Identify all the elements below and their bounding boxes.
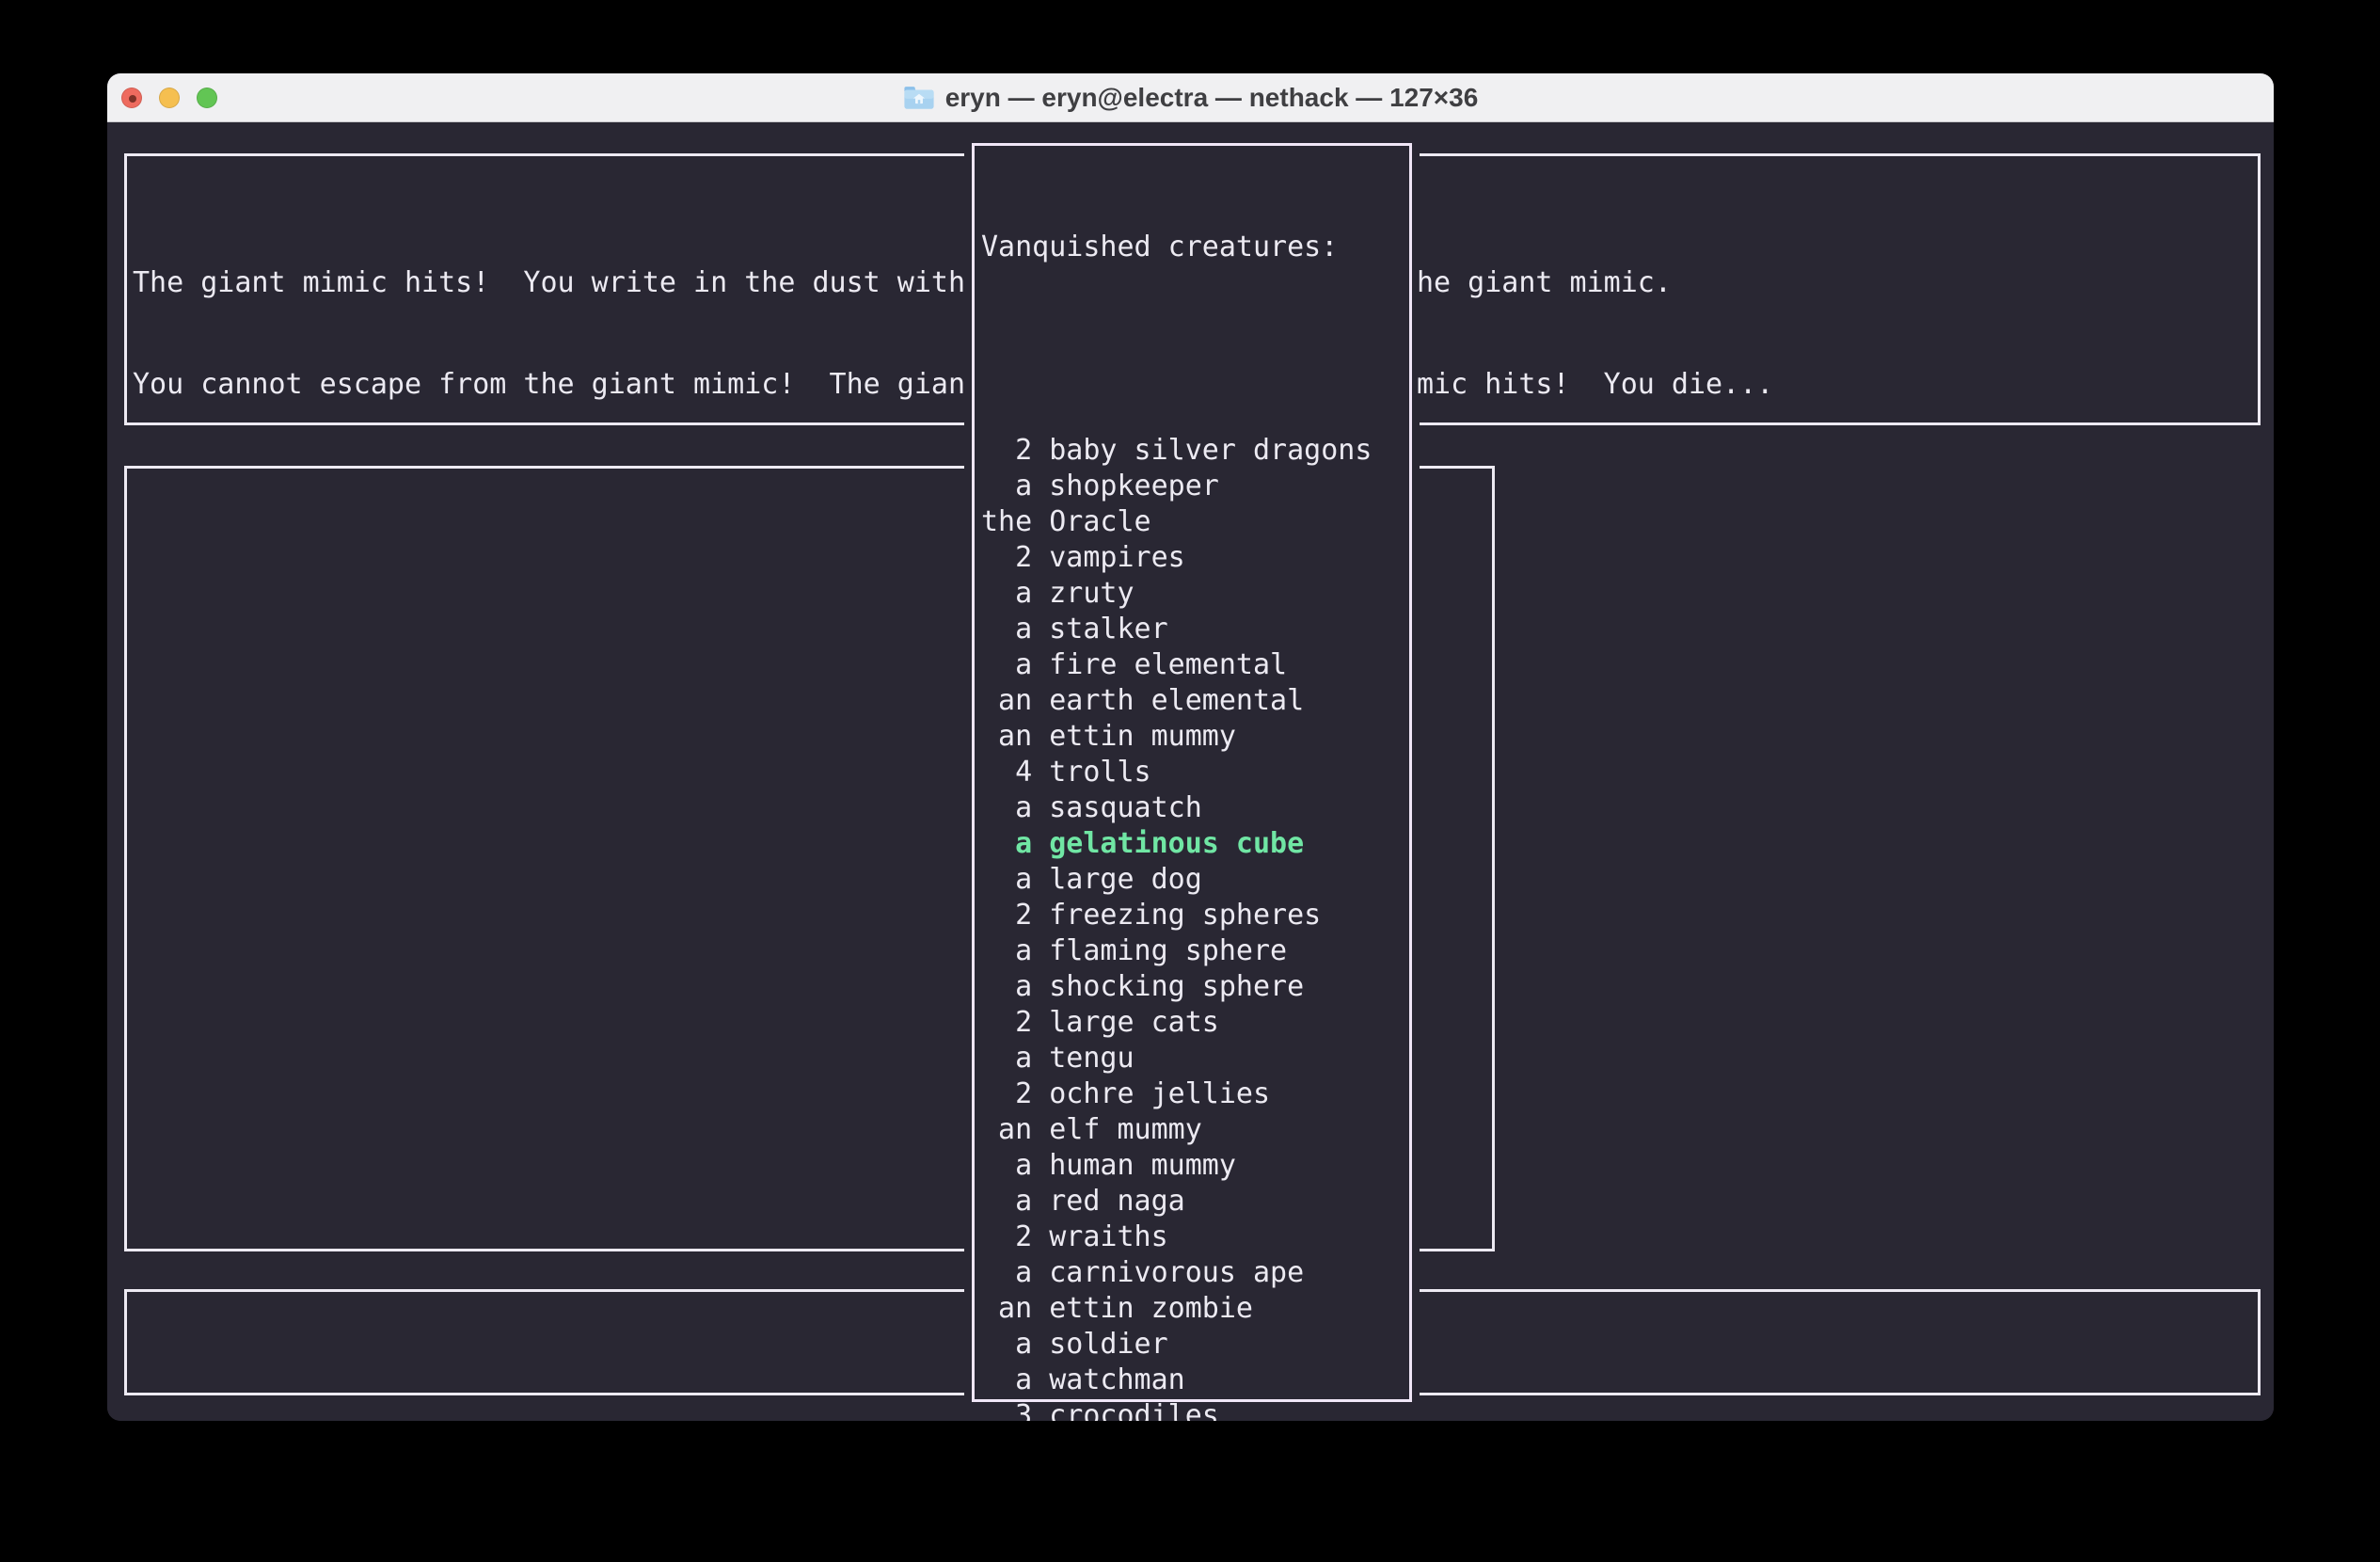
vanquished-item: 2 baby silver dragons [981,433,1409,469]
vanquished-item: an earth elemental [981,683,1409,719]
zoom-button[interactable] [197,88,217,108]
message-line: mic hits! You die... [1417,367,1773,403]
vanquished-title: Vanquished creatures: [981,230,1409,265]
vanquished-list: 2 baby silver dragons a shopkeeperthe Or… [981,433,1409,1421]
vanquished-item: 3 crocodiles [981,1398,1409,1421]
vanquished-item: a human mummy [981,1148,1409,1184]
vanquished-item: 2 vampires [981,540,1409,576]
vanquished-item: an ettin mummy [981,719,1409,755]
window-title: eryn — eryn@electra — nethack — 127×36 [945,83,1479,113]
titlebar[interactable]: eryn — eryn@electra — nethack — 127×36 [107,73,2274,122]
unsaved-dot-icon [129,95,136,103]
close-button[interactable] [121,88,142,108]
message-line: You cannot escape from the giant mimic! … [133,367,965,403]
vanquished-item: a red naga [981,1184,1409,1219]
message-text-right: he giant mimic. mic hits! You die... [1417,199,1773,469]
terminal-window: eryn — eryn@electra — nethack — 127×36 T… [107,73,2274,1421]
vanquished-creatures-text: Vanquished creatures: 2 baby silver drag… [981,164,1409,1421]
traffic-lights [121,73,217,122]
vanquished-item: a zruty [981,576,1409,612]
vanquished-item: a watchman [981,1363,1409,1398]
vanquished-item: a shopkeeper [981,469,1409,504]
vanquished-item: a gelatinous cube [981,826,1409,862]
vanquished-item: 2 large cats [981,1005,1409,1041]
vanquished-item: a sasquatch [981,790,1409,826]
vanquished-item: a soldier [981,1327,1409,1363]
window-title-group: eryn — eryn@electra — nethack — 127×36 [107,83,2274,113]
message-line: he giant mimic. [1417,265,1773,301]
vanquished-item: a large dog [981,862,1409,898]
message-text-left: The giant mimic hits! You write in the d… [133,199,965,469]
screen: eryn — eryn@electra — nethack — 127×36 T… [0,0,2380,1562]
terminal-content[interactable]: The giant mimic hits! You write in the d… [107,122,2274,1421]
vanquished-item: a fire elemental [981,647,1409,683]
vanquished-item: 2 ochre jellies [981,1076,1409,1112]
vanquished-item: a tengu [981,1041,1409,1076]
vanquished-creatures-menu[interactable]: Vanquished creatures: 2 baby silver drag… [972,143,1412,1402]
vanquished-item: a shocking sphere [981,969,1409,1005]
vanquished-item: a carnivorous ape [981,1255,1409,1291]
vanquished-item: a stalker [981,612,1409,647]
minimize-button[interactable] [159,88,180,108]
vanquished-item: an ettin zombie [981,1291,1409,1327]
vanquished-item: 4 trolls [981,755,1409,790]
blank-line [981,331,1409,367]
vanquished-item: 2 wraiths [981,1219,1409,1255]
vanquished-item: the Oracle [981,504,1409,540]
vanquished-item: an elf mummy [981,1112,1409,1148]
home-folder-icon [903,84,935,111]
vanquished-item: a flaming sphere [981,933,1409,969]
message-line: The giant mimic hits! You write in the d… [133,265,965,301]
vanquished-item: 2 freezing spheres [981,898,1409,933]
